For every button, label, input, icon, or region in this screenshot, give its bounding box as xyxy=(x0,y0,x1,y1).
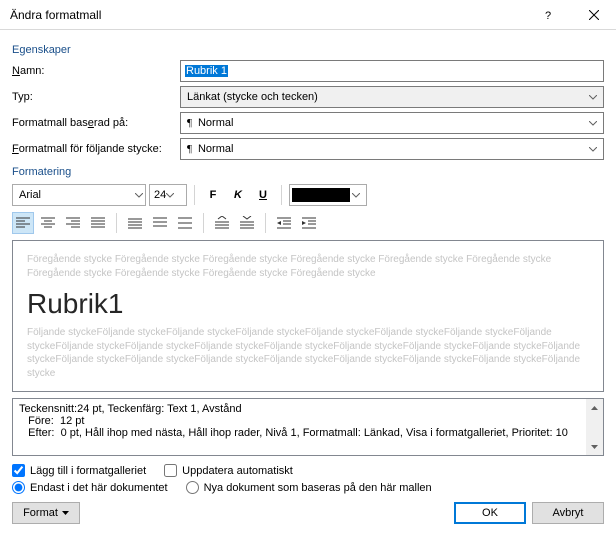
properties-section-label: Egenskaper xyxy=(12,44,604,56)
pilcrow-icon: ¶ xyxy=(187,117,192,129)
help-button[interactable]: ? xyxy=(526,0,571,30)
chevron-down-icon xyxy=(166,193,174,198)
preview-heading: Rubrik1 xyxy=(27,288,589,320)
desc-line-2: Före: 12 pt xyxy=(19,415,597,427)
align-center-button[interactable] xyxy=(37,212,59,234)
italic-button[interactable]: K xyxy=(227,184,249,206)
align-right-button[interactable] xyxy=(62,212,84,234)
name-input[interactable]: Rubrik 1 xyxy=(180,60,604,82)
name-label: Namn: xyxy=(12,65,180,77)
based-on-label: Formatmall baserad på: xyxy=(12,117,180,129)
separator xyxy=(281,185,282,205)
formatting-section-label: Formatering xyxy=(12,166,604,178)
align-justify-button[interactable] xyxy=(87,212,109,234)
chevron-down-icon xyxy=(585,147,601,152)
pilcrow-icon: ¶ xyxy=(187,143,192,155)
separator xyxy=(194,185,195,205)
space-before-decrease-button[interactable] xyxy=(236,212,258,234)
scroll-down-icon[interactable] xyxy=(586,438,603,455)
following-label: Formatmall för följande stycke: xyxy=(12,143,180,155)
following-combo[interactable]: ¶ Normal xyxy=(180,138,604,160)
preview-before-text: Föregående stycke Föregående stycke Före… xyxy=(27,253,589,280)
chevron-down-icon xyxy=(62,511,69,515)
line-spacing-2-button[interactable] xyxy=(174,212,196,234)
auto-update-input[interactable] xyxy=(164,464,177,477)
chevron-down-icon xyxy=(585,95,601,100)
separator xyxy=(203,213,204,233)
font-name-combo[interactable]: Arial xyxy=(12,184,146,206)
color-swatch xyxy=(292,188,350,202)
separator xyxy=(265,213,266,233)
preview-box: Föregående stycke Föregående stycke Före… xyxy=(12,240,604,392)
line-spacing-1-button[interactable] xyxy=(124,212,146,234)
font-size-combo[interactable]: 24 xyxy=(149,184,187,206)
based-on-combo[interactable]: ¶ Normal xyxy=(180,112,604,134)
underline-button[interactable]: U xyxy=(252,184,274,206)
description-box: Teckensnitt:24 pt, Teckenfärg: Text 1, A… xyxy=(12,398,604,456)
scroll-up-icon[interactable] xyxy=(586,399,603,416)
svg-text:?: ? xyxy=(545,10,551,22)
add-to-gallery-checkbox[interactable]: Lägg till i formatgalleriet xyxy=(12,464,146,477)
close-button[interactable] xyxy=(571,0,616,30)
separator xyxy=(116,213,117,233)
this-document-input[interactable] xyxy=(12,481,25,494)
desc-line-1: Teckensnitt:24 pt, Teckenfärg: Text 1, A… xyxy=(19,403,597,415)
font-color-combo[interactable] xyxy=(289,184,367,206)
new-docs-input[interactable] xyxy=(186,481,199,494)
new-docs-radio[interactable]: Nya dokument som baseras på den här mall… xyxy=(186,481,432,494)
paragraph-toolbar xyxy=(12,212,604,234)
bold-button[interactable]: F xyxy=(202,184,224,206)
this-document-radio[interactable]: Endast i det här dokumentet xyxy=(12,481,168,494)
scrollbar[interactable] xyxy=(586,399,603,455)
align-left-button[interactable] xyxy=(12,212,34,234)
preview-after-text: Följande styckeFöljande styckeFöljande s… xyxy=(27,326,589,380)
format-menu-button[interactable]: Format xyxy=(12,502,80,524)
chevron-down-icon xyxy=(585,121,601,126)
auto-update-checkbox[interactable]: Uppdatera automatiskt xyxy=(164,464,293,477)
chevron-down-icon xyxy=(352,193,360,198)
desc-line-3: Efter: 0 pt, Håll ihop med nästa, Håll i… xyxy=(19,427,597,439)
type-combo[interactable]: Länkat (stycke och tecken) xyxy=(180,86,604,108)
ok-button[interactable]: OK xyxy=(454,502,526,524)
window-title: Ändra formatmall xyxy=(10,8,526,22)
increase-indent-button[interactable] xyxy=(298,212,320,234)
add-to-gallery-input[interactable] xyxy=(12,464,25,477)
font-toolbar: Arial 24 F K U xyxy=(12,184,604,206)
space-before-increase-button[interactable] xyxy=(211,212,233,234)
title-bar: Ändra formatmall ? xyxy=(0,0,616,30)
chevron-down-icon xyxy=(135,193,143,198)
line-spacing-15-button[interactable] xyxy=(149,212,171,234)
type-label: Typ: xyxy=(12,91,180,103)
cancel-button[interactable]: Avbryt xyxy=(532,502,604,524)
decrease-indent-button[interactable] xyxy=(273,212,295,234)
